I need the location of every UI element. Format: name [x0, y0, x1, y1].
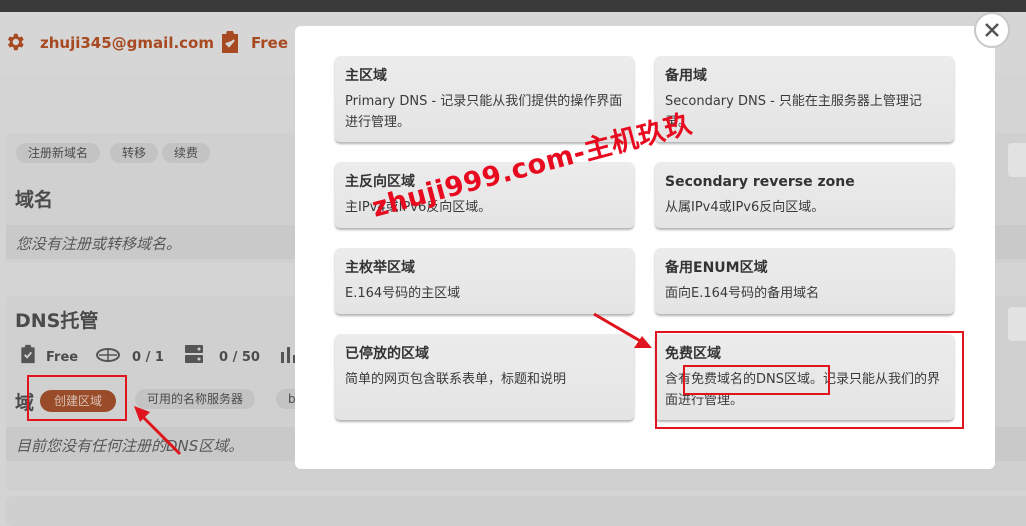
dns-hosting-title: DNS托管 [15, 310, 99, 332]
document-icon [222, 31, 238, 53]
close-icon [985, 23, 999, 37]
bottom-card [6, 496, 1026, 526]
tab-renew[interactable]: 续费 [162, 143, 211, 163]
side-search-field[interactable] [1008, 307, 1026, 341]
annotation-box-create [27, 375, 127, 421]
stat-plan: Free [46, 350, 79, 365]
account-email[interactable]: zhuji345@gmail.com [40, 34, 214, 52]
option-primary-enum-zone[interactable]: 主枚举区域 E.164号码的主区域 [335, 248, 634, 314]
domains-empty-message: 您没有注册或转移域名。 [16, 235, 182, 253]
server-icon [185, 345, 203, 363]
option-description: 从属IPv4或IPv6反向区域。 [665, 200, 825, 215]
arrow-icon [134, 406, 182, 456]
account-plan: Free [251, 34, 289, 52]
tab-register-domain[interactable]: 注册新域名 [16, 143, 101, 163]
option-secondary-enum-zone[interactable]: 备用ENUM区域 面向E.164号码的备用域名 [655, 248, 954, 314]
stat-records: 0 / 50 [219, 350, 260, 365]
option-title: Secondary reverse zone [665, 174, 855, 190]
option-description: Secondary DNS - 只能在主服务器上管理记录。 [665, 94, 922, 130]
option-title: 备用ENUM区域 [665, 260, 768, 276]
domains-title: 域名 [15, 189, 54, 211]
option-title: 已停放的区域 [345, 346, 429, 362]
option-secondary-zone[interactable]: 备用域 Secondary DNS - 只能在主服务器上管理记录。 [655, 56, 954, 142]
stat-zones: 0 / 1 [132, 350, 164, 365]
option-description: Primary DNS - 记录只能从我们提供的操作界面进行管理。 [345, 94, 623, 130]
side-search-field[interactable] [1008, 143, 1026, 177]
top-bar [0, 0, 1026, 12]
option-secondary-reverse-zone[interactable]: Secondary reverse zone 从属IPv4或IPv6反向区域。 [655, 162, 954, 228]
option-description: 面向E.164号码的备用域名 [665, 286, 820, 301]
option-title: 主枚举区域 [345, 260, 415, 276]
option-description: E.164号码的主区域 [345, 286, 461, 301]
option-title: 备用域 [665, 68, 707, 84]
annotation-box-free-desc [683, 365, 830, 395]
close-modal-button[interactable] [974, 12, 1010, 48]
document-icon [21, 344, 35, 364]
gear-icon[interactable] [4, 31, 26, 53]
tab-transfer[interactable]: 转移 [110, 143, 159, 163]
arrow-icon [593, 312, 652, 348]
option-description: 简单的网页包含联系表单，标题和说明 [345, 372, 567, 387]
option-title: 主区域 [345, 68, 387, 84]
zone-icon [96, 348, 120, 362]
